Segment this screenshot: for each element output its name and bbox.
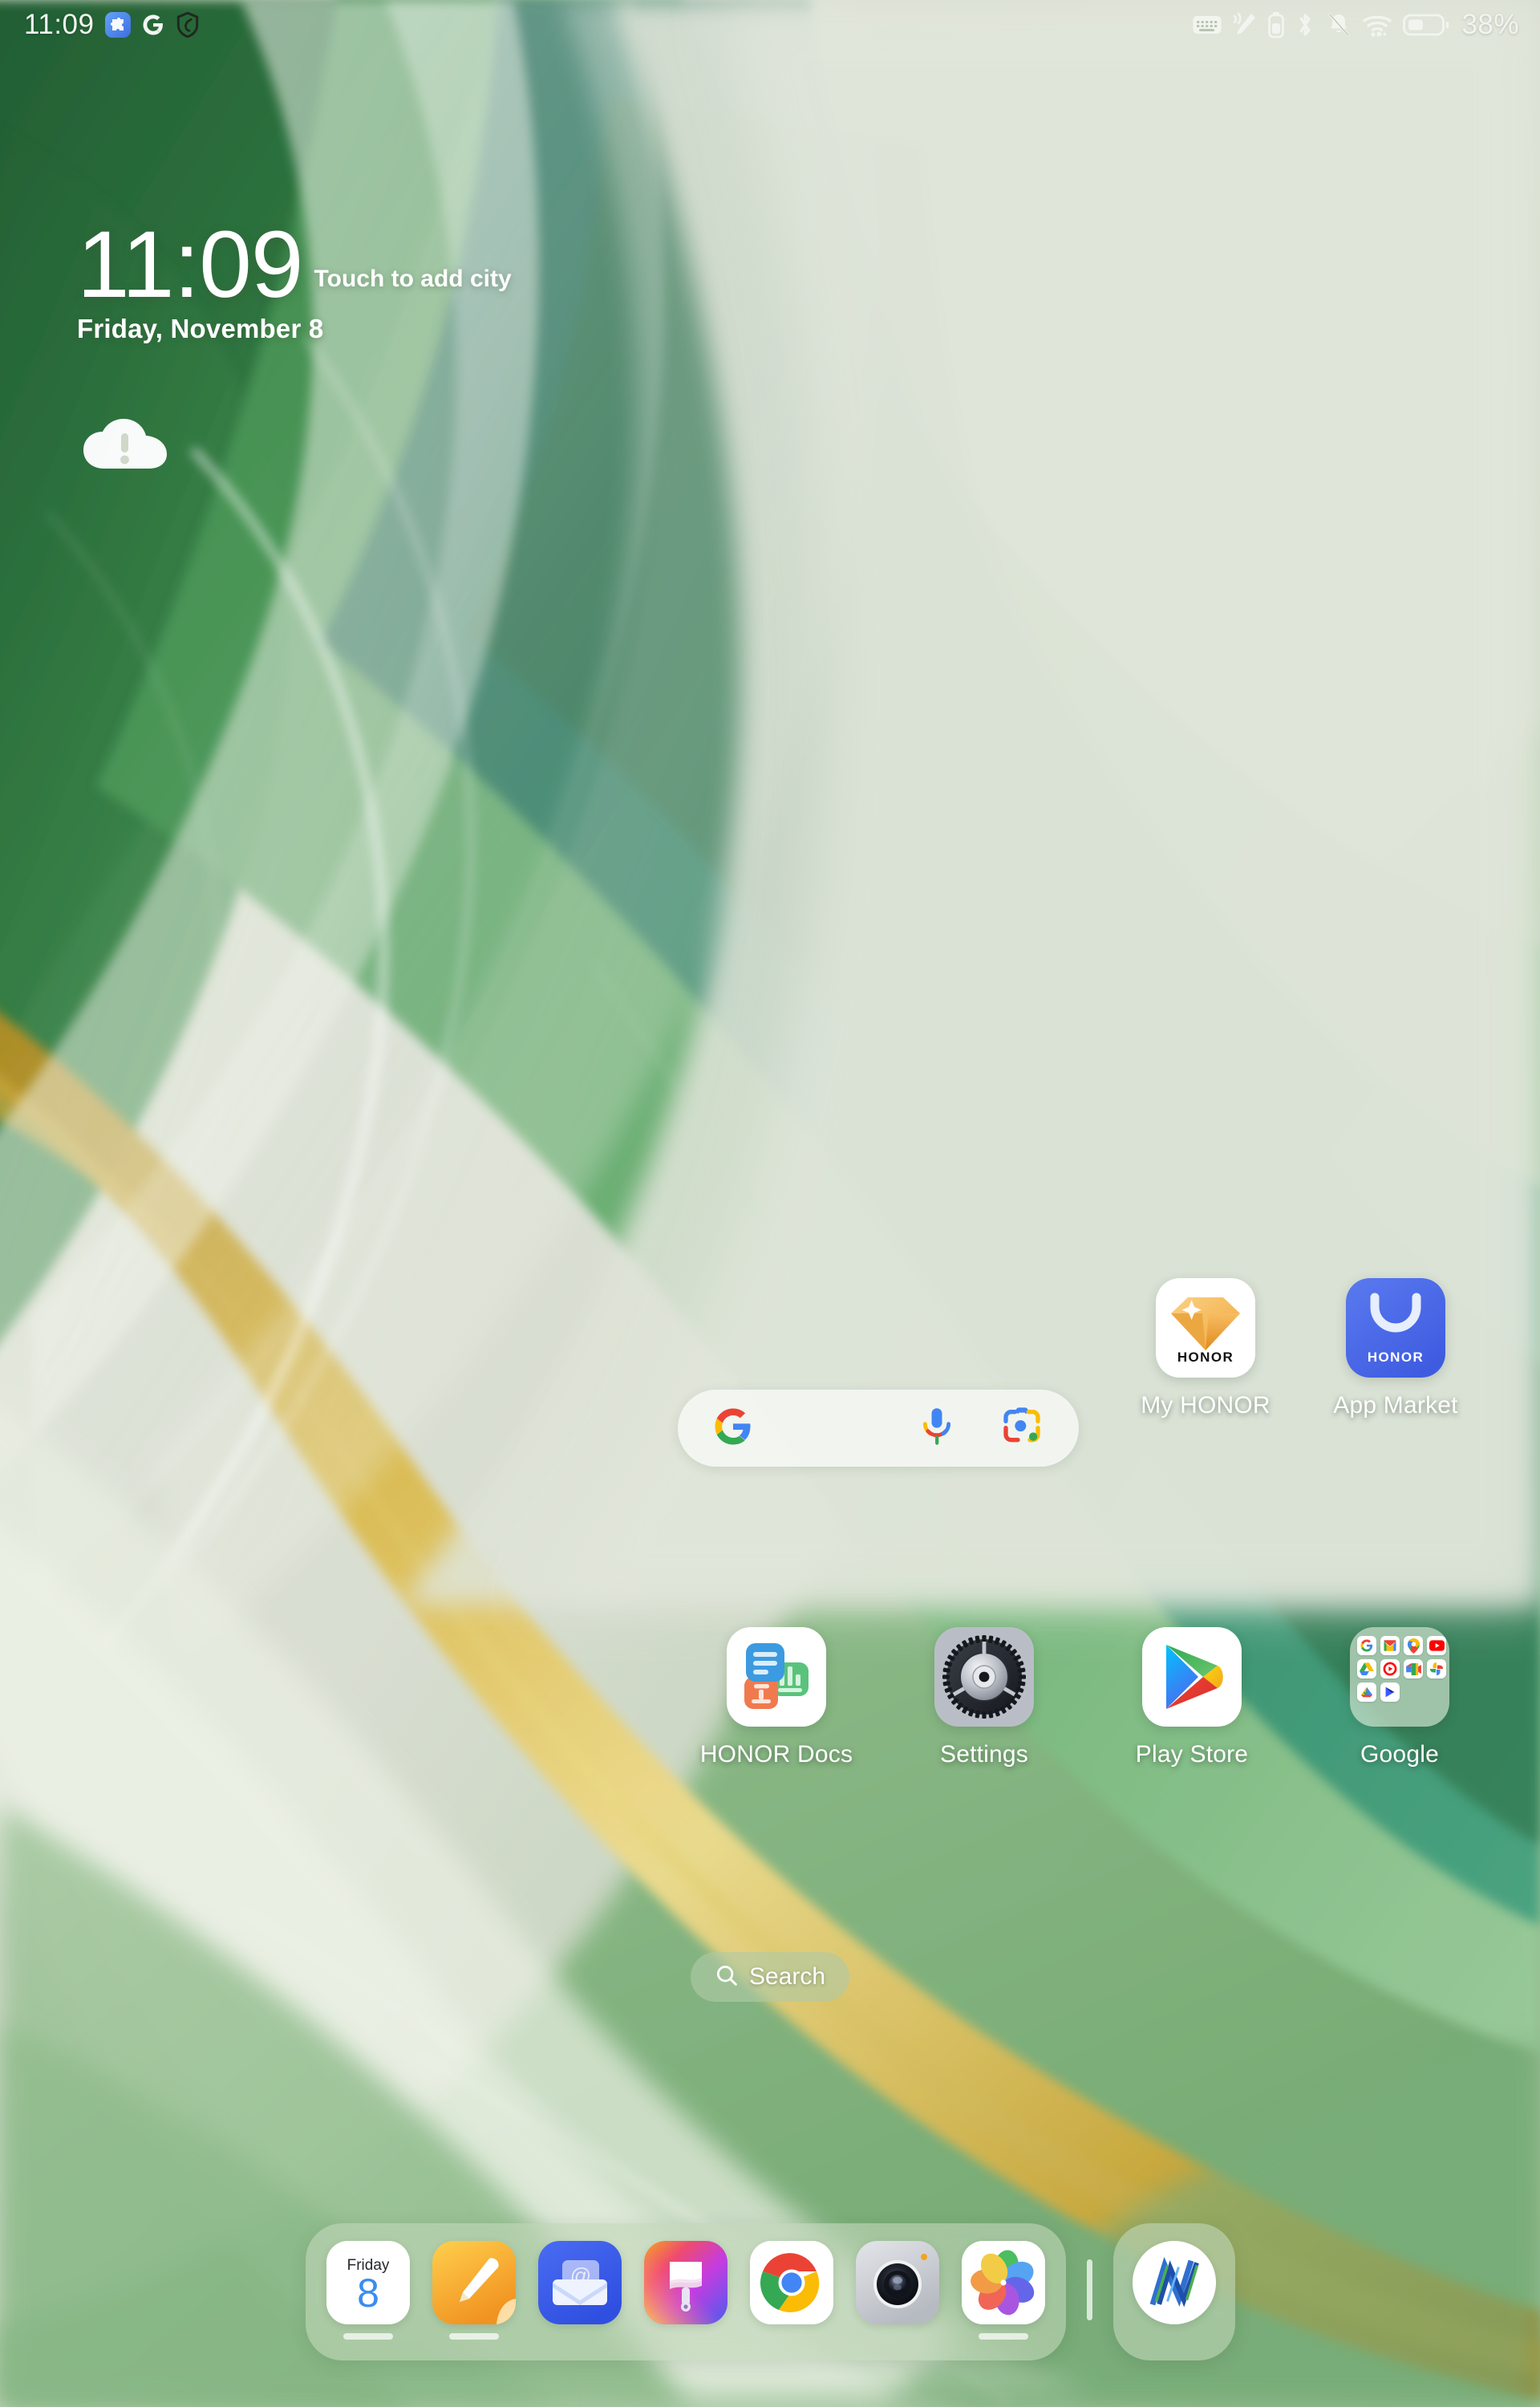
- clock-time: 11:09: [77, 212, 304, 318]
- chrome-icon[interactable]: [749, 2241, 833, 2324]
- app-label: HONOR Docs: [699, 1741, 853, 1768]
- notes-icon[interactable]: [432, 2241, 516, 2324]
- google-search-icon: [1357, 1636, 1376, 1655]
- google-g-icon: [141, 13, 165, 37]
- dock-item-chrome[interactable]: [749, 2241, 833, 2340]
- dock-item-camera[interactable]: [855, 2241, 939, 2340]
- my-honor-icon[interactable]: HONOR: [1156, 1278, 1255, 1378]
- weather-widget[interactable]: [80, 417, 170, 473]
- search-pill-label: Search: [748, 1963, 826, 1990]
- status-bar-right: 38%: [1193, 9, 1519, 41]
- app-label: Play Store: [1135, 1741, 1249, 1768]
- my-honor-brand-text: HONOR: [1177, 1350, 1234, 1365]
- dock-item-notes[interactable]: [432, 2241, 516, 2340]
- gallery-icon[interactable]: [961, 2241, 1045, 2324]
- puzzle-piece-icon: [104, 12, 131, 38]
- app-label: My HONOR: [1141, 1392, 1270, 1419]
- google-maps-icon: [1404, 1636, 1423, 1655]
- dock-running-indicator: [342, 2333, 393, 2340]
- clock-add-city-hint[interactable]: Touch to add city: [314, 266, 512, 293]
- app-app-market[interactable]: HONOR App Market: [1315, 1278, 1476, 1419]
- google-g-icon[interactable]: [711, 1405, 755, 1452]
- youtube-music-icon: [1380, 1659, 1400, 1678]
- themes-icon[interactable]: [643, 2241, 727, 2324]
- stylus-pen-icon: [1232, 11, 1258, 39]
- google-meet-icon: [1404, 1659, 1423, 1678]
- camera-icon[interactable]: [855, 2241, 939, 2324]
- app-market-icon[interactable]: HONOR: [1346, 1278, 1445, 1378]
- dock: Friday 8 @: [305, 2223, 1066, 2360]
- dock-wrapper: Friday 8 @: [0, 2223, 1540, 2360]
- app-folder-google[interactable]: Google: [1319, 1627, 1480, 1768]
- google-drive-icon: [1357, 1659, 1376, 1678]
- honor-docs-icon[interactable]: [727, 1627, 826, 1727]
- google-play-movies-icon: [1380, 1682, 1400, 1702]
- gmail-icon: [1380, 1636, 1400, 1655]
- play-store-icon[interactable]: [1142, 1627, 1242, 1727]
- clock-widget[interactable]: 11:09 Touch to add city Friday, November…: [77, 212, 512, 344]
- dock-running-indicator: [448, 2333, 499, 2340]
- microphone-icon[interactable]: [918, 1406, 955, 1451]
- battery-percent-label: 38%: [1461, 9, 1519, 40]
- email-icon[interactable]: @: [537, 2241, 622, 2324]
- dock-item-gallery[interactable]: [961, 2241, 1045, 2340]
- youtube-icon: [1427, 1636, 1446, 1655]
- svg-text:8: 8: [357, 2271, 379, 2316]
- dock-divider: [1086, 2259, 1092, 2320]
- stylus-battery-icon: [1268, 11, 1285, 39]
- google-photos-icon: [1427, 1659, 1446, 1678]
- wallpaper: [0, 0, 1540, 2407]
- google-folder[interactable]: [1350, 1627, 1449, 1727]
- app-my-honor[interactable]: HONOR My HONOR: [1125, 1278, 1286, 1419]
- dock-item-email[interactable]: @: [537, 2241, 622, 2340]
- dock-item-themes[interactable]: [643, 2241, 727, 2340]
- dock-running-indicator: [978, 2333, 1028, 2340]
- n-logo-icon[interactable]: [1132, 2241, 1216, 2324]
- dock-item-calendar[interactable]: Friday 8: [326, 2241, 410, 2340]
- shield-icon: [176, 12, 200, 38]
- status-bar-clock: 11:09: [24, 9, 95, 40]
- search-icon: [715, 1963, 739, 1991]
- status-bar: 11:09 38%: [0, 0, 1540, 50]
- app-settings[interactable]: Settings: [904, 1627, 1064, 1768]
- app-label: Google: [1360, 1741, 1439, 1768]
- app-play-store[interactable]: Play Store: [1112, 1627, 1272, 1768]
- bell-muted-icon: [1326, 11, 1352, 39]
- dock-item-recent-app[interactable]: [1132, 2241, 1216, 2340]
- google-one-icon: [1357, 1682, 1376, 1702]
- status-bar-left: 11:09: [24, 9, 200, 41]
- wifi-icon: [1362, 12, 1392, 38]
- google-lens-icon[interactable]: [1002, 1406, 1042, 1451]
- cloud-alert-icon: [83, 419, 167, 469]
- calendar-icon[interactable]: Friday 8: [326, 2241, 410, 2324]
- keyboard-icon: [1193, 14, 1222, 35]
- search-pill[interactable]: Search: [691, 1952, 849, 2002]
- app-label: Settings: [940, 1741, 1028, 1768]
- battery-icon: [1403, 12, 1449, 38]
- google-search-widget[interactable]: [678, 1390, 1079, 1467]
- app-honor-docs[interactable]: HONOR Docs: [696, 1627, 857, 1768]
- app-label: App Market: [1333, 1392, 1458, 1419]
- settings-gear-icon[interactable]: [934, 1627, 1034, 1727]
- bluetooth-icon: [1295, 11, 1315, 39]
- clock-date: Friday, November 8: [77, 313, 324, 343]
- dock-recent-container: [1112, 2223, 1235, 2360]
- app-market-brand-text: HONOR: [1367, 1350, 1424, 1365]
